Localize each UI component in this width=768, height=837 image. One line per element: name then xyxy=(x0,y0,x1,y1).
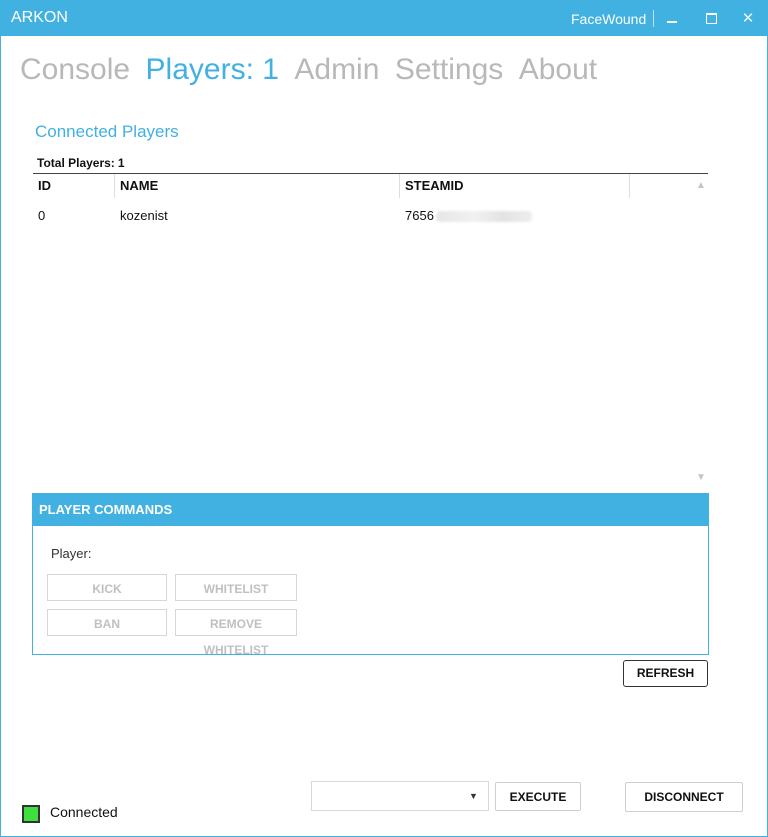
user-name: FaceWound xyxy=(571,11,647,27)
section-title: Connected Players xyxy=(35,122,179,141)
scroll-up-icon[interactable]: ▲ xyxy=(695,180,707,192)
minimize-icon[interactable] xyxy=(659,9,685,29)
titlebar-divider xyxy=(653,10,654,27)
kick-button[interactable]: KICK xyxy=(47,574,167,601)
column-header-name[interactable]: NAME xyxy=(115,174,400,198)
cell-steamid: 7656 xyxy=(400,204,532,228)
app-window: ARKON FaceWound ✕ Console Players: 1 Adm… xyxy=(0,0,768,837)
scroll-down-icon[interactable]: ▼ xyxy=(695,472,707,484)
player-commands-header: PLAYER COMMANDS xyxy=(33,494,708,526)
player-commands-panel: PLAYER COMMANDS Player: KICK WHITELIST B… xyxy=(32,493,709,657)
table-row[interactable]: 0 kozenist 7656 xyxy=(33,204,683,228)
whitelist-button[interactable]: WHITELIST xyxy=(175,574,297,601)
tab-about[interactable]: About xyxy=(519,53,597,87)
total-players-value: 1 xyxy=(117,156,125,170)
column-header-steamid[interactable]: STEAMID xyxy=(400,174,630,198)
tab-settings[interactable]: Settings xyxy=(395,53,503,87)
command-select[interactable]: ▼ xyxy=(311,781,489,811)
steamid-visible-part: 7656 xyxy=(405,208,434,223)
refresh-button[interactable]: REFRESH xyxy=(623,660,708,687)
app-title: ARKON xyxy=(11,9,68,26)
tab-console[interactable]: Console xyxy=(20,53,130,87)
chevron-down-icon[interactable]: ▼ xyxy=(469,791,478,801)
tab-admin[interactable]: Admin xyxy=(294,53,379,87)
table-header: ID NAME STEAMID xyxy=(33,174,708,198)
players-table[interactable]: ID NAME STEAMID 0 kozenist 7656 ▲ ▼ xyxy=(33,173,708,494)
ban-button[interactable]: BAN xyxy=(47,609,167,636)
column-header-id[interactable]: ID xyxy=(33,174,115,198)
main-nav: Console Players: 1 Admin Settings About xyxy=(20,53,608,93)
maximize-icon[interactable] xyxy=(699,9,725,29)
cell-name: kozenist xyxy=(120,208,168,223)
remove-whitelist-button[interactable]: REMOVE WHITELIST xyxy=(175,609,297,657)
total-players: Total Players: 1 xyxy=(37,156,125,170)
close-icon[interactable]: ✕ xyxy=(735,9,761,29)
disconnect-button[interactable]: DISCONNECT xyxy=(625,782,743,812)
execute-button[interactable]: EXECUTE xyxy=(495,782,581,811)
steamid-redacted xyxy=(435,211,532,223)
title-bar[interactable]: ARKON FaceWound ✕ xyxy=(1,1,767,36)
tab-players[interactable]: Players: 1 xyxy=(146,53,279,87)
connection-status-text: Connected xyxy=(50,804,118,820)
cell-id: 0 xyxy=(38,208,46,223)
connection-status-indicator xyxy=(22,805,40,823)
player-label: Player: xyxy=(51,546,92,561)
total-players-label: Total Players: xyxy=(37,156,115,170)
